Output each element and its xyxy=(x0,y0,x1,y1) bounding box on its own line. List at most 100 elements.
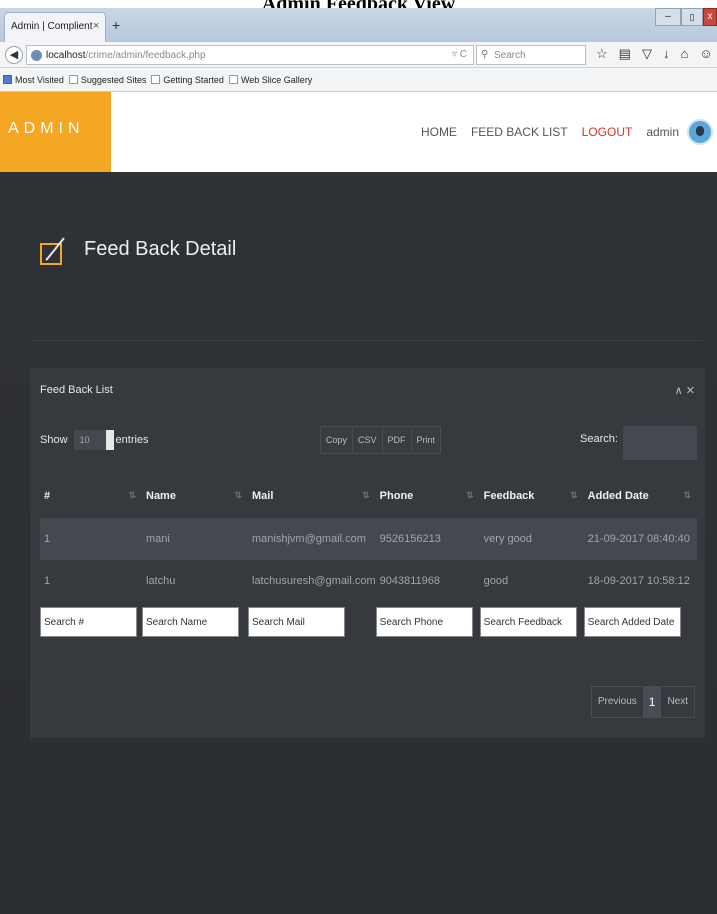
cell-name: mani xyxy=(146,533,170,545)
entries-label: entries xyxy=(115,434,149,446)
filter-name-input[interactable] xyxy=(142,607,239,637)
filter-feedback-input[interactable] xyxy=(479,607,577,637)
page-heading: Feed Back Detail xyxy=(32,232,702,292)
column-header-number[interactable]: # ⇅ xyxy=(40,474,142,518)
filter-phone-input[interactable] xyxy=(375,607,473,637)
feedback-panel: Feed Back List ∧ ✕ Show 10 entries Copy … xyxy=(30,368,705,738)
show-label: Show xyxy=(40,434,68,446)
table-search-input[interactable] xyxy=(623,426,697,460)
pdf-button[interactable]: PDF xyxy=(382,427,412,453)
filter-number-input[interactable] xyxy=(40,607,137,637)
previous-button[interactable]: Previous xyxy=(592,687,643,717)
cell-phone: 9526156213 xyxy=(379,533,441,545)
bookmark-most-visited[interactable]: Most Visited xyxy=(3,75,64,85)
edit-icon xyxy=(40,237,65,265)
page-icon xyxy=(228,75,238,84)
bookmark-web-slice-gallery[interactable]: Web Slice Gallery xyxy=(228,75,312,85)
sort-icon[interactable]: ⇅ xyxy=(466,490,474,501)
feedback-table: # ⇅ Name ⇅ Mail ⇅ Phone ⇅ Feedback ⇅ Added Da… xyxy=(40,474,697,642)
tab-close-icon[interactable]: × xyxy=(93,20,99,32)
browser-search-input[interactable]: ⚲ Search xyxy=(476,45,586,65)
document-caption: Admin Feedback View xyxy=(0,0,717,8)
export-buttons: Copy CSV PDF Print xyxy=(320,426,442,454)
search-icon: ⚲ xyxy=(481,49,489,60)
tab-title: Admin | Complient xyxy=(11,21,93,32)
avatar[interactable] xyxy=(687,119,713,145)
url-text: localhost/crime/admin/feedback.php xyxy=(46,50,206,61)
sort-icon[interactable]: ⇅ xyxy=(234,490,242,501)
close-window-button[interactable]: x xyxy=(703,8,717,26)
table-header-row: # ⇅ Name ⇅ Mail ⇅ Phone ⇅ Feedback ⇅ Added Da… xyxy=(40,474,697,518)
browser-tab[interactable]: Admin | Complient × xyxy=(4,12,106,42)
cell-number: 1 xyxy=(44,533,51,545)
app-header: ADMIN HOME FEED BACK LIST LOGOUT admin xyxy=(0,92,717,172)
column-header-mail[interactable]: Mail ⇅ xyxy=(248,474,376,518)
divider xyxy=(32,340,702,341)
sync-icon[interactable]: ☺ xyxy=(699,46,712,62)
reading-list-icon[interactable]: ▤ xyxy=(619,46,631,62)
bookmark-suggested-sites[interactable]: Suggested Sites xyxy=(68,75,146,85)
print-button[interactable]: Print xyxy=(411,427,441,453)
table-row: 1 latchu latchusuresh@gmail.com 90438119… xyxy=(40,560,697,602)
cell-feedback: very good xyxy=(483,533,532,545)
cell-name: latchu xyxy=(146,575,176,587)
pagination: Previous 1 Next xyxy=(590,686,695,718)
user-name[interactable]: admin xyxy=(646,125,679,139)
page-content: Feed Back Detail Feed Back List ∧ ✕ Show… xyxy=(0,172,717,914)
search-label: Search: xyxy=(580,433,618,445)
cell-added-date: 18-09-2017 10:58:12 xyxy=(587,575,690,587)
bookmark-getting-started[interactable]: Getting Started xyxy=(151,75,224,85)
window-controls: – ▯ x xyxy=(655,8,717,28)
entries-select[interactable]: 10 xyxy=(73,430,114,450)
page-icon xyxy=(151,75,161,84)
address-bar[interactable]: localhost/crime/admin/feedback.php ▿ C xyxy=(26,45,474,65)
sort-icon[interactable]: ⇅ xyxy=(570,490,578,501)
brand-logo[interactable]: ADMIN xyxy=(0,92,111,172)
maximize-button[interactable]: ▯ xyxy=(681,8,703,26)
minimize-button[interactable]: – xyxy=(655,8,681,26)
bookmark-folder-icon xyxy=(3,75,12,84)
bookmarks-bar: Most Visited Suggested Sites Getting Sta… xyxy=(0,68,717,92)
cell-added-date: 21-09-2017 08:40:40 xyxy=(587,533,690,545)
column-header-added-date[interactable]: Added Date ⇅ xyxy=(584,474,697,518)
reload-icon[interactable]: ▿ C xyxy=(452,49,467,60)
title-bar: Admin | Complient × + – ▯ x xyxy=(0,8,717,42)
search-placeholder: Search xyxy=(494,50,526,61)
menu-feedback-list[interactable]: FEED BACK LIST xyxy=(471,125,568,139)
table-row: 1 mani manishjvm@gmail.com 9526156213 ve… xyxy=(40,518,697,560)
sort-icon[interactable]: ⇅ xyxy=(362,490,370,501)
filter-mail-input[interactable] xyxy=(248,607,345,637)
sort-icon[interactable]: ⇅ xyxy=(128,490,136,501)
new-tab-icon[interactable]: + xyxy=(112,17,120,33)
sort-icon[interactable]: ⇅ xyxy=(683,490,691,501)
site-info-icon[interactable] xyxy=(31,50,42,61)
page-1-button[interactable]: 1 xyxy=(642,687,662,717)
download-icon[interactable]: ↓ xyxy=(663,46,670,62)
csv-button[interactable]: CSV xyxy=(353,427,383,453)
cell-mail: latchusuresh@gmail.com xyxy=(252,575,376,587)
copy-button[interactable]: Copy xyxy=(321,427,354,453)
column-header-name[interactable]: Name ⇅ xyxy=(142,474,248,518)
filter-row xyxy=(40,602,697,642)
menu-logout[interactable]: LOGOUT xyxy=(582,125,633,139)
cell-phone: 9043811968 xyxy=(379,575,441,587)
page-title: Feed Back Detail xyxy=(84,238,237,260)
pocket-icon[interactable]: ▽ xyxy=(642,46,652,62)
panel-title: Feed Back List xyxy=(40,384,113,396)
navigation-bar: ◀ localhost/crime/admin/feedback.php ▿ C… xyxy=(0,42,717,68)
page-icon xyxy=(68,75,78,84)
filter-added-date-input[interactable] xyxy=(583,607,681,637)
back-arrow-icon[interactable]: ◀ xyxy=(5,46,23,64)
column-header-feedback[interactable]: Feedback ⇅ xyxy=(480,474,584,518)
column-header-phone[interactable]: Phone ⇅ xyxy=(376,474,480,518)
cell-mail: manishjvm@gmail.com xyxy=(252,533,366,545)
chevron-down-icon[interactable] xyxy=(105,430,114,450)
entries-length-control: Show 10 entries xyxy=(40,430,149,450)
collapse-close-icon[interactable]: ∧ ✕ xyxy=(675,384,695,397)
bookmark-star-icon[interactable]: ☆ xyxy=(596,46,608,62)
toolbar-icons: ☆ ▤ ▽ ↓ ⌂ ☺ ≡ xyxy=(596,46,717,62)
menu-home[interactable]: HOME xyxy=(421,125,457,139)
next-button[interactable]: Next xyxy=(661,687,694,717)
home-icon[interactable]: ⌂ xyxy=(680,46,688,62)
cell-number: 1 xyxy=(44,575,51,587)
